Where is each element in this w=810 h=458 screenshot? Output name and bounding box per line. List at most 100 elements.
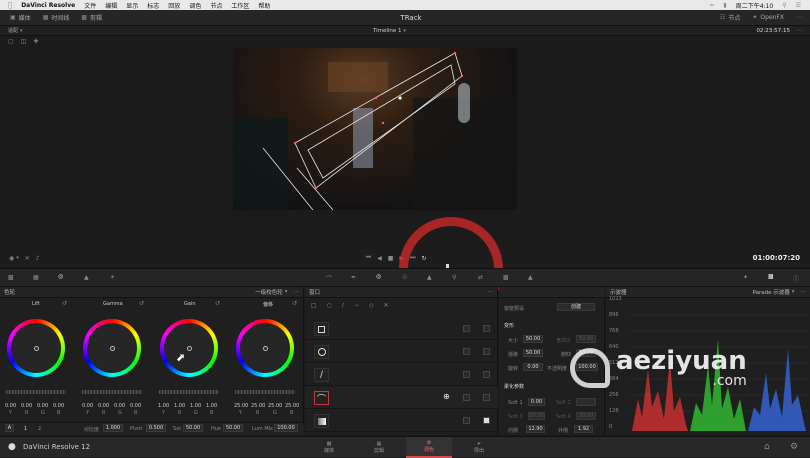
- offset-master-slider[interactable]: [235, 390, 295, 394]
- lift-b[interactable]: 0.00: [53, 403, 64, 409]
- inner-field[interactable]: 12.90: [526, 425, 545, 433]
- offset-b[interactable]: 25.00: [285, 403, 299, 409]
- curve-enable-checkbox[interactable]: [483, 394, 490, 401]
- add-curve-icon[interactable]: ∽: [354, 302, 359, 309]
- menu-clock[interactable]: 周二下午4:10: [736, 1, 773, 10]
- window-more-icon[interactable]: ⋯: [488, 289, 494, 295]
- wheels-mode-dropdown[interactable]: 一级校色轮: [255, 288, 283, 296]
- gain-master-slider[interactable]: [159, 390, 219, 394]
- square-invert-checkbox[interactable]: [463, 325, 470, 332]
- timeline-chevron-icon[interactable]: ▾: [404, 28, 407, 34]
- go-to-start-icon[interactable]: ⏮: [366, 254, 371, 262]
- chevron-down-icon[interactable]: ▾: [16, 255, 19, 261]
- sat-field[interactable]: 50.00: [183, 424, 203, 432]
- menu-workspace[interactable]: 工作区: [231, 1, 249, 10]
- menu-file[interactable]: 文件: [84, 1, 96, 10]
- sharpen-icon[interactable]: ✦: [743, 274, 748, 281]
- curve-invert-checkbox[interactable]: [463, 394, 470, 401]
- lummix-field[interactable]: 100.00: [274, 424, 298, 432]
- scope-mode-dropdown[interactable]: Parade 示波器: [753, 288, 790, 296]
- gain-r[interactable]: 1.00: [174, 403, 185, 409]
- scope-more-icon[interactable]: ⋯: [801, 289, 807, 295]
- offset-y[interactable]: 25.00: [234, 403, 248, 409]
- rotation-field[interactable]: 0.00: [523, 363, 543, 371]
- lift-g[interactable]: 0.00: [37, 403, 48, 409]
- wheels-more-icon[interactable]: ⋯: [294, 289, 300, 295]
- clips-label[interactable]: 剪辑: [90, 13, 102, 22]
- scopes-icon[interactable]: ▩: [768, 273, 774, 280]
- grab-icon[interactable]: ▲: [528, 274, 533, 281]
- tracker-target-icon[interactable]: ⊕: [443, 392, 450, 401]
- window-row-gradient[interactable]: [305, 410, 498, 432]
- media-pool-label[interactable]: 媒体: [19, 13, 31, 22]
- lift-reset-icon[interactable]: ↺: [62, 300, 67, 307]
- camera-raw-icon[interactable]: ▩: [8, 274, 14, 281]
- menu-edit[interactable]: 编辑: [105, 1, 117, 10]
- media-pool-icon[interactable]: ▣: [10, 14, 16, 21]
- gamma-b[interactable]: 0.00: [130, 403, 141, 409]
- nodes-label[interactable]: 节点: [728, 13, 740, 22]
- lift-r[interactable]: 0.00: [21, 403, 32, 409]
- gamma-master-slider[interactable]: [82, 390, 142, 394]
- wifi-icon[interactable]: ≈: [709, 2, 714, 9]
- timelines-icon[interactable]: ▦: [43, 14, 49, 21]
- line-enable-checkbox[interactable]: [483, 371, 490, 378]
- gradient-enable-checkbox[interactable]: [483, 417, 490, 424]
- openfx-icon[interactable]: ✦: [752, 14, 757, 21]
- soft3-field[interactable]: 50.00: [528, 412, 545, 420]
- page-edit[interactable]: ▦ 剪辑: [356, 437, 402, 458]
- step-back-icon[interactable]: ◀: [377, 255, 382, 262]
- square-window-icon[interactable]: [314, 322, 329, 336]
- list-icon[interactable]: ☰: [796, 2, 801, 9]
- gain-wheel[interactable]: [160, 319, 218, 377]
- page-1-button[interactable]: 1: [24, 426, 27, 432]
- offset-r[interactable]: 25.00: [251, 403, 265, 409]
- offset-reset-icon[interactable]: ↺: [292, 300, 297, 307]
- gain-g[interactable]: 1.00: [190, 403, 201, 409]
- color-wheels-icon[interactable]: ◎: [58, 273, 63, 280]
- home-icon[interactable]: ⌂: [764, 442, 770, 452]
- gamma-r[interactable]: 0.00: [98, 403, 109, 409]
- page-deliver[interactable]: ➤ 导出: [456, 437, 502, 458]
- pan-field[interactable]: 50.00: [523, 349, 543, 357]
- picker-icon[interactable]: ✚: [33, 38, 38, 45]
- add-line-icon[interactable]: ∕: [342, 302, 344, 309]
- contrast-field[interactable]: 1.000: [103, 424, 123, 432]
- delete-window-icon[interactable]: ✕: [384, 302, 389, 309]
- menu-app[interactable]: DaVinci Resolve: [21, 2, 75, 9]
- key-icon[interactable]: ⚲: [452, 274, 456, 281]
- offset-wheel[interactable]: [236, 319, 294, 377]
- size-field[interactable]: 50.00: [523, 335, 543, 343]
- pivot-field[interactable]: 0.500: [146, 424, 166, 432]
- motion-icon[interactable]: ✴: [110, 274, 115, 281]
- timeline-selector[interactable]: Timeline 1: [373, 28, 402, 34]
- circle-invert-checkbox[interactable]: [463, 348, 470, 355]
- window-row-square[interactable]: [305, 318, 498, 340]
- gamma-y[interactable]: 0.00: [82, 403, 93, 409]
- color-match-icon[interactable]: ▦: [33, 274, 39, 281]
- more-icon[interactable]: ⋯: [796, 14, 802, 21]
- create-button[interactable]: 创建: [557, 303, 595, 311]
- viewer-options-icon[interactable]: ◉: [9, 255, 14, 262]
- gamma-reset-icon[interactable]: ↺: [139, 300, 144, 307]
- 3d-icon[interactable]: ▩: [503, 274, 509, 281]
- soft4-field[interactable]: 50.00: [576, 412, 596, 420]
- add-square-icon[interactable]: □: [311, 302, 317, 309]
- gain-y[interactable]: 1.00: [158, 403, 169, 409]
- menu-nodes[interactable]: 节点: [210, 1, 222, 10]
- split-icon[interactable]: ◫: [21, 38, 27, 45]
- lift-y[interactable]: 0.00: [5, 403, 16, 409]
- window-icon[interactable]: ◎: [376, 273, 381, 280]
- menu-mark[interactable]: 标志: [147, 1, 159, 10]
- lift-master-slider[interactable]: [6, 390, 66, 394]
- viewer-more-icon[interactable]: ⋯: [796, 27, 802, 34]
- menu-color[interactable]: 调色: [189, 1, 201, 10]
- add-gradient-icon[interactable]: ◇: [369, 302, 374, 309]
- hue-field[interactable]: 50.00: [223, 424, 243, 432]
- settings-icon[interactable]: ⚙: [790, 442, 798, 452]
- chevron-down-icon[interactable]: ▾: [285, 289, 288, 295]
- page-color[interactable]: ✿ 调色: [406, 437, 452, 458]
- gain-reset-icon[interactable]: ↺: [215, 300, 220, 307]
- video-frame[interactable]: [233, 48, 517, 210]
- outer-field[interactable]: 1.92: [574, 425, 593, 433]
